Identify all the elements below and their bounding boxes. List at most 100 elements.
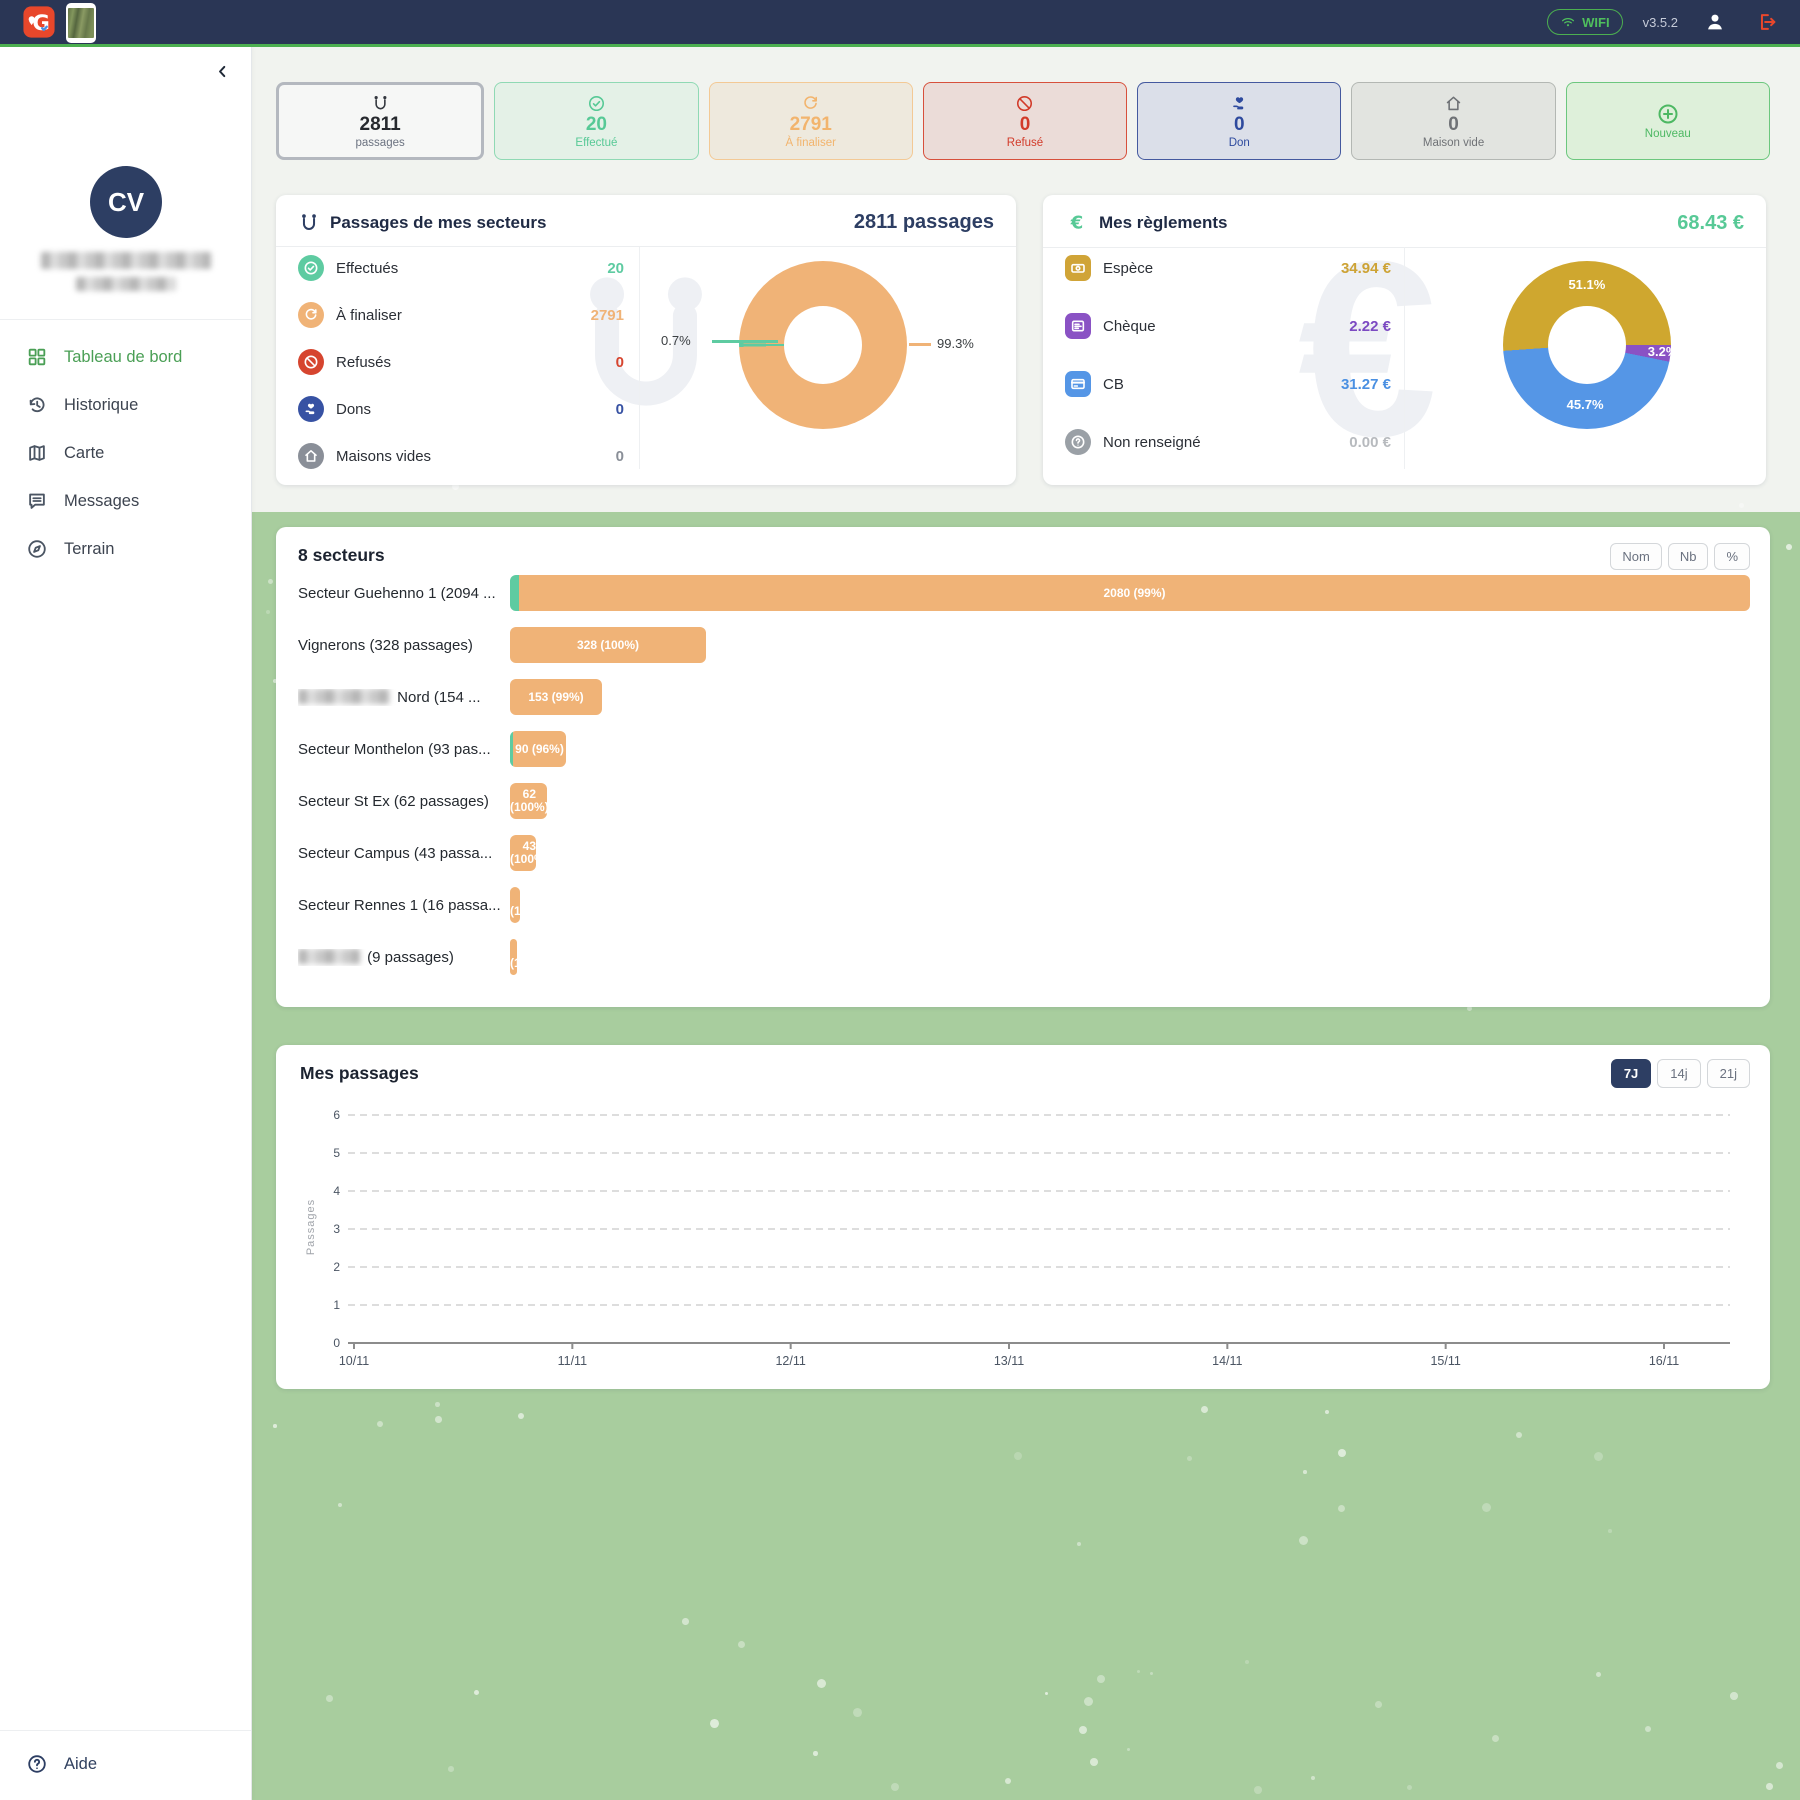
stat-card-effectue[interactable]: 20 Effectué [494, 82, 698, 160]
sector-bar-label: 43 (100%) [510, 840, 536, 866]
refresh-icon [801, 94, 820, 113]
sector-label: Vignerons (328 passages) [298, 637, 510, 654]
sector-name-redacted [298, 949, 360, 964]
sector-bar: 328 (100%) [510, 627, 706, 663]
stat-card-nouveau[interactable]: Nouveau [1566, 82, 1770, 160]
sector-label: Secteur Rennes 1 (16 passa... [298, 897, 510, 914]
sidebar-item-messages[interactable]: Messages [0, 477, 251, 525]
sector-row: Secteur Guehenno 1 (2094 ... 2080 (99%) [298, 575, 1750, 611]
app-logo-icon: G [22, 5, 56, 39]
passages-legend-row: Refusés 0 [298, 347, 624, 377]
stat-label: Don [1229, 137, 1250, 149]
sector-label: Secteur Campus (43 passa... [298, 845, 510, 862]
legend-value: 0.00 € [1349, 434, 1391, 451]
map-thumbnail [66, 3, 96, 43]
svg-text:2: 2 [333, 1260, 340, 1274]
toggle-nom[interactable]: Nom [1610, 543, 1661, 570]
sidebar: CV Tableau de bord HistoriqueCarteMessage… [0, 47, 252, 1800]
reglements-legend-row: Chèque2.22 € [1065, 311, 1391, 341]
range-14j[interactable]: 14j [1657, 1059, 1700, 1088]
wifi-icon [1560, 14, 1576, 30]
svg-text:6: 6 [333, 1108, 340, 1122]
refresh-icon [298, 302, 324, 328]
hand-heart-icon [1230, 94, 1249, 113]
route-icon [371, 94, 390, 113]
stat-value: 2811 [360, 115, 401, 135]
legend-label: Dons [336, 401, 371, 418]
sector-label: Nord (154 ... [298, 689, 510, 706]
legend-label: Non renseigné [1103, 434, 1201, 451]
legend-value: 0 [616, 354, 624, 371]
sidebar-item-aide[interactable]: Aide [0, 1740, 251, 1788]
sidebar-item-label: Terrain [64, 540, 114, 559]
sidebar-divider [0, 319, 251, 320]
logout-icon[interactable] [1756, 11, 1778, 33]
house-icon [1444, 94, 1463, 113]
collapse-sidebar-icon[interactable] [214, 63, 231, 80]
legend-label: Refusés [336, 354, 391, 371]
avatar: CV [90, 166, 162, 238]
toggle-pct[interactable]: % [1714, 543, 1750, 570]
svg-text:15/11: 15/11 [1430, 1354, 1460, 1368]
range-21j[interactable]: 21j [1707, 1059, 1750, 1088]
legend-label: Espèce [1103, 260, 1153, 277]
svg-text:11/11: 11/11 [558, 1354, 587, 1368]
stat-value: 20 [586, 115, 607, 135]
range-7j[interactable]: 7J [1611, 1059, 1651, 1088]
range-button-group: 7J14j21j [1611, 1059, 1750, 1088]
stat-card-refuse[interactable]: 0 Refusé [923, 82, 1127, 160]
card-vertical-divider [1404, 247, 1405, 469]
legend-value: 2.22 € [1349, 318, 1391, 335]
donut-label: 99.3% [937, 336, 974, 351]
user-name-redacted [41, 252, 211, 269]
house-icon [298, 443, 324, 469]
reglements-total: 68.43 € [1677, 212, 1744, 235]
sector-bar-afinaliser: 16 (100%) [510, 887, 520, 923]
card-separator [276, 246, 1016, 247]
stat-label: Effectué [575, 137, 617, 149]
sidebar-item-label: Tableau de bord [64, 348, 182, 367]
sector-bar-afinaliser: 153 (99%) [510, 679, 602, 715]
wifi-status-badge[interactable]: WIFI [1547, 9, 1622, 35]
user-name-redacted-line2 [76, 277, 176, 291]
wifi-label: WIFI [1582, 15, 1609, 30]
stat-value: 0 [1234, 115, 1245, 135]
stat-label: Refusé [1007, 137, 1043, 149]
stat-card-passages[interactable]: 2811passages [276, 82, 484, 160]
svg-text:1: 1 [333, 1298, 340, 1312]
stat-card-maison-vide[interactable]: 0Maison vide [1351, 82, 1555, 160]
stat-card-a-finaliser[interactable]: 2791À finaliser [709, 82, 913, 160]
sector-bar-effectues [510, 575, 519, 611]
sector-label: (9 passages) [298, 949, 510, 966]
sector-bar: 43 (100%) [510, 835, 536, 871]
sidebar-item-terrain[interactable]: Terrain [0, 525, 251, 573]
svg-text:Passages: Passages [305, 1199, 317, 1255]
sidebar-item-map[interactable]: Carte [0, 429, 251, 477]
sector-label: Secteur Guehenno 1 (2094 ... [298, 585, 510, 602]
legend-value: 2791 [591, 307, 624, 324]
user-icon[interactable] [1704, 11, 1726, 33]
mes-passages-title: Mes passages [300, 1063, 419, 1084]
secteurs-toggle-group: Nom Nb% [1610, 543, 1750, 570]
svg-text:12/11: 12/11 [775, 1354, 805, 1368]
ban-icon [1015, 94, 1034, 113]
sector-row: Secteur St Ex (62 passages)62 (100%) [298, 783, 1750, 819]
sector-row: Secteur Campus (43 passa...43 (100%) [298, 835, 1750, 871]
stat-card-don[interactable]: 0 Don [1137, 82, 1341, 160]
stat-label: Maison vide [1423, 137, 1484, 149]
card-vertical-divider [639, 247, 640, 469]
svg-text:3: 3 [333, 1222, 340, 1236]
sidebar-item-label: Aide [64, 1755, 97, 1774]
svg-text:10/11: 10/11 [339, 1354, 369, 1368]
sidebar-item-history[interactable]: Historique [0, 381, 251, 429]
sidebar-item-dashboard[interactable]: Tableau de bord [0, 333, 251, 381]
toggle-nb[interactable]: Nb [1668, 543, 1709, 570]
svg-text:4: 4 [333, 1184, 340, 1198]
passages-legend-row: Effectués20 [298, 253, 624, 283]
check-circle-icon [587, 94, 606, 113]
sector-bar-afinaliser: 2080 (99%) [519, 575, 1750, 611]
stat-value: 0 [1020, 115, 1031, 135]
stat-value: 2791 [790, 115, 832, 135]
passages-legend-row: Dons0 [298, 394, 624, 424]
svg-text:16/11: 16/11 [1649, 1354, 1679, 1368]
